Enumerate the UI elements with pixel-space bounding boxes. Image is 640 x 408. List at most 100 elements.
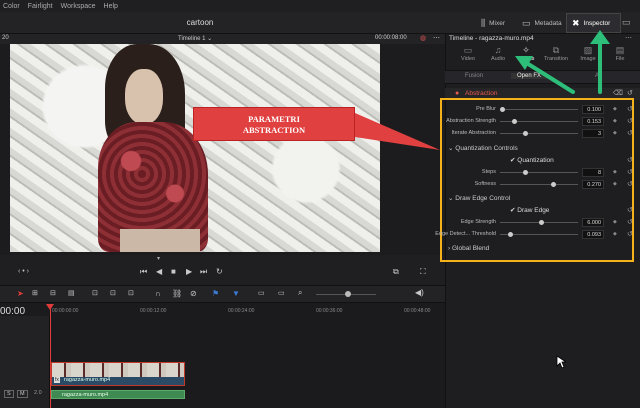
slider-knob[interactable] [550,182,556,187]
draw-edge-group-header[interactable]: ⌄ Draw Edge Control [448,194,510,202]
param-label: Edge Detect... Threshold [435,231,496,237]
zoom-detail-icon[interactable]: ▭ [278,289,285,297]
reset-icon[interactable]: ↺ [627,168,633,176]
scrub-marker-icon[interactable]: ▾ [157,255,160,262]
effect-enable-icon[interactable]: ● [455,90,459,97]
slider-knob[interactable] [523,170,529,175]
skip-start-icon[interactable]: ⏮ [140,267,147,277]
subtab-fusion[interactable]: Fusion [465,73,483,79]
video-viewer[interactable] [10,44,380,252]
skip-end-icon[interactable]: ⏭ [200,267,207,277]
figure-skirt [120,229,200,252]
more-icon[interactable]: ⋯ [433,34,440,42]
loop-icon[interactable]: ↻ [216,267,223,276]
param-value[interactable]: 3 [582,129,604,138]
timeline-selector[interactable]: Timeline 1 ⌄ [178,35,212,42]
keyframe-icon[interactable]: ◆ [613,118,617,124]
param-slider[interactable] [500,170,578,175]
slider-knob[interactable] [539,220,544,225]
param-slider[interactable] [500,119,578,124]
callout-line1: PARAMETRI [248,114,300,124]
rewind-icon[interactable]: ◀ [156,267,162,276]
snapping-icon[interactable]: ∩ [155,289,161,298]
param-slider[interactable] [500,131,578,136]
menu-fairlight[interactable]: Fairlight [28,3,53,10]
reset-icon[interactable]: ↺ [627,105,633,113]
link-icon[interactable]: ⛓ [172,289,182,298]
reset-icon[interactable]: ↺ [627,180,633,188]
selection-icon[interactable]: ➤ [17,289,24,298]
quantization-group-header[interactable]: ⌄ Quantization Controls [448,144,518,152]
keyframe-icon[interactable]: ◆ [613,181,617,187]
global-blend-title: Global Blend [451,245,490,252]
audio-clip[interactable]: ragazza-muro.mp4 [51,390,185,399]
zoom-full-icon[interactable]: ▭ [258,289,265,297]
metadata-button[interactable]: ▭ Metadata [522,14,562,32]
param-slider[interactable] [500,182,578,187]
insert-icon[interactable]: ⊡ [92,289,98,297]
menu-workspace[interactable]: Workspace [61,3,96,10]
match-frame-icon[interactable]: ⧉ [393,267,399,277]
ruler-tick-0: 00:00:00:00 [52,308,79,314]
reset-icon[interactable]: ↺ [627,129,633,137]
param-value[interactable]: 0.153 [582,117,604,126]
menu-help[interactable]: Help [104,3,118,10]
mixer-button[interactable]: ⫼ Mixer [481,14,505,32]
play-icon[interactable]: ▶ [186,267,192,276]
keyframe-icon[interactable]: ◆ [613,130,617,136]
inspector-menu-icon[interactable]: ⋯ [625,34,632,42]
param-slider[interactable] [500,232,578,237]
stop-icon[interactable]: ■ [171,267,176,276]
zoom-slider-knob[interactable] [345,291,351,297]
draw-edge-checkbox[interactable]: ✔ Draw Edge [510,206,549,214]
timeline-ruler[interactable]: 00:00:00:00 00:00:12:00 00:00:24:00 00:0… [50,306,445,316]
keyframe-icon[interactable]: ◆ [613,106,617,112]
callout-line2: ABSTRACTION [242,125,306,135]
blade-icon[interactable]: ▤ [68,289,75,297]
trim-icon[interactable]: ⊞ [32,289,38,297]
reset-icon[interactable]: ↺ [627,230,633,238]
jog-icon[interactable]: ‹ • › [18,268,29,275]
sync-icon[interactable]: ◍ [420,34,426,42]
param-value[interactable]: 0.093 [582,230,604,239]
reset-effect-icon[interactable]: ↺ [627,89,633,97]
reset-icon[interactable]: ↺ [627,218,633,226]
reset-icon[interactable]: ↺ [627,206,633,214]
mute-button[interactable]: M [17,390,28,398]
global-blend-header[interactable]: › Global Blend [448,245,489,252]
audio-icon[interactable]: ◀) [415,288,424,297]
slider-knob[interactable] [511,119,517,124]
slider-knob[interactable] [500,107,505,112]
video-clip[interactable]: fx ragazza-muro.mp4 [51,362,185,386]
param-slider[interactable] [500,107,578,112]
reset-icon[interactable]: ↺ [627,117,633,125]
reset-icon[interactable]: ↺ [627,156,633,164]
fullscreen-icon[interactable]: ⛶ [420,267,426,277]
tab-video[interactable]: ▭ Video [453,44,483,62]
marker-icon[interactable]: ▼ [232,289,240,298]
keyframe-icon[interactable]: ◆ [613,231,617,237]
mixer-label: Mixer [489,19,506,27]
param-value[interactable]: 6.000 [582,218,604,227]
viewer-zoom: 20 [2,35,9,41]
zoom-search-icon[interactable]: ⌕ [298,288,302,298]
solo-button[interactable]: S [4,390,14,398]
playhead[interactable] [50,306,51,408]
dynamic-trim-icon[interactable]: ⊟ [50,289,56,297]
quantization-checkbox[interactable]: ✔ Quantization [510,156,554,164]
param-value[interactable]: 8 [582,168,604,177]
param-value[interactable]: 0.100 [582,105,604,114]
keyframe-icon[interactable]: ◆ [613,219,617,225]
fx-badge: fx [54,377,60,383]
replace-icon[interactable]: ⊡ [128,289,134,297]
flag-icon[interactable]: ⚑ [212,289,219,298]
overwrite-icon[interactable]: ⊡ [110,289,116,297]
slider-knob[interactable] [523,131,529,136]
lock-icon[interactable]: ⊘ [190,289,197,298]
keyframe-icon[interactable]: ◆ [613,169,617,175]
param-slider[interactable] [500,220,578,225]
monitor-icon[interactable]: ▭ [622,17,631,28]
slider-knob[interactable] [507,232,513,237]
menu-color[interactable]: Color [3,3,20,10]
param-value[interactable]: 0.270 [582,180,604,189]
